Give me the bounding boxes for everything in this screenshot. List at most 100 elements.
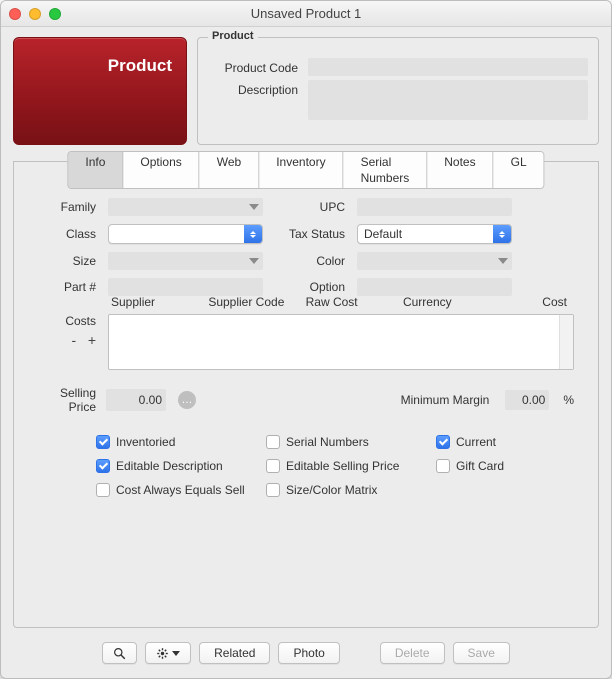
class-dropdown[interactable] <box>108 224 263 244</box>
selling-price-field[interactable]: 0.00 <box>106 389 166 411</box>
family-label: Family <box>38 200 96 214</box>
min-margin-field[interactable]: 0.00 <box>505 390 549 410</box>
selling-price-label: Selling Price <box>38 386 96 415</box>
costs-col-supplier: Supplier <box>109 295 206 309</box>
selling-price-value: 0.00 <box>139 393 162 407</box>
checkbox-label: Gift Card <box>456 459 504 473</box>
min-margin-label: Minimum Margin <box>401 393 490 407</box>
delete-button[interactable]: Delete <box>380 642 445 664</box>
selling-row: Selling Price 0.00 … Minimum Margin 0.00… <box>38 386 574 415</box>
tab-gl[interactable]: GL <box>494 152 544 188</box>
checkbox-size-color-matrix[interactable]: Size/Color Matrix <box>266 483 436 497</box>
checkbox-box <box>266 459 280 473</box>
checkbox-cost-always-equals-sell[interactable]: Cost Always Equals Sell <box>96 483 266 497</box>
tax-status-value: Default <box>364 227 402 241</box>
product-tile: Product <box>13 37 187 145</box>
tax-status-label: Tax Status <box>275 227 345 241</box>
add-cost-button[interactable]: + <box>88 332 96 348</box>
checkbox-label: Editable Description <box>116 459 223 473</box>
top-row: Product Product Product Code Description <box>13 37 599 145</box>
costs-section: Costs - + SupplierSupplier CodeRaw CostC… <box>38 314 574 370</box>
costs-col-supplier-code: Supplier Code <box>206 295 303 309</box>
checkbox-label: Inventoried <box>116 435 175 449</box>
tab-inventory[interactable]: Inventory <box>259 152 343 188</box>
checkbox-inventoried[interactable]: Inventoried <box>96 435 266 449</box>
checkbox-box <box>96 483 110 497</box>
titlebar: Unsaved Product 1 <box>1 1 611 27</box>
checkbox-box <box>96 459 110 473</box>
tab-content: InfoOptionsWebInventorySerial NumbersNot… <box>13 161 599 628</box>
search-button[interactable] <box>102 642 137 664</box>
chevron-down-icon <box>249 204 259 210</box>
checkbox-box <box>436 435 450 449</box>
color-field[interactable] <box>357 252 512 270</box>
chevron-down-icon <box>172 651 180 656</box>
color-label: Color <box>275 254 345 268</box>
percent-label: % <box>563 393 574 407</box>
checkbox-box <box>436 459 450 473</box>
checkbox-current[interactable]: Current <box>436 435 566 449</box>
upc-label: UPC <box>275 200 345 214</box>
photo-button[interactable]: Photo <box>278 642 339 664</box>
checkbox-editable-selling-price[interactable]: Editable Selling Price <box>266 459 436 473</box>
tabbar: InfoOptionsWebInventorySerial NumbersNot… <box>67 151 544 189</box>
checkbox-gift-card[interactable]: Gift Card <box>436 459 566 473</box>
checkbox-editable-description[interactable]: Editable Description <box>96 459 266 473</box>
option-label: Option <box>275 280 345 294</box>
checkbox-box <box>266 435 280 449</box>
description-field[interactable] <box>308 80 588 120</box>
gear-icon <box>156 647 169 660</box>
tab-info[interactable]: Info <box>68 152 123 188</box>
info-form: Family UPC Class Tax Status Default Size… <box>38 198 574 296</box>
tab-web[interactable]: Web <box>200 152 259 188</box>
tab-options[interactable]: Options <box>123 152 199 188</box>
related-button[interactable]: Related <box>199 642 270 664</box>
checkbox-box <box>96 435 110 449</box>
checkbox-label: Cost Always Equals Sell <box>116 483 245 497</box>
checkbox-label: Current <box>456 435 496 449</box>
costs-label: Costs <box>38 314 96 328</box>
costs-col-cost: Cost <box>498 295 573 309</box>
size-label: Size <box>38 254 96 268</box>
part-label: Part # <box>38 280 96 294</box>
family-field[interactable] <box>108 198 263 216</box>
checkbox-box <box>266 483 280 497</box>
content: Product Product Product Code Description… <box>1 27 611 678</box>
search-icon <box>113 647 126 660</box>
description-label: Description <box>208 83 298 97</box>
checkbox-label: Serial Numbers <box>286 435 369 449</box>
product-code-label: Product Code <box>208 61 298 75</box>
stepper-icon <box>244 225 262 243</box>
chevron-down-icon <box>249 258 259 264</box>
class-label: Class <box>38 227 96 241</box>
scrollbar[interactable] <box>559 315 573 369</box>
bottom-bar: Related Photo Delete Save <box>13 642 599 664</box>
window-title: Unsaved Product 1 <box>1 6 611 21</box>
size-field[interactable] <box>108 252 263 270</box>
tax-status-dropdown[interactable]: Default <box>357 224 512 244</box>
part-field[interactable] <box>108 278 263 296</box>
tab-notes[interactable]: Notes <box>427 152 493 188</box>
chevron-down-icon <box>498 258 508 264</box>
remove-cost-button[interactable]: - <box>71 332 76 348</box>
checkbox-label: Editable Selling Price <box>286 459 399 473</box>
upc-field[interactable] <box>357 198 512 216</box>
stepper-icon <box>493 225 511 243</box>
costs-col-currency: Currency <box>401 295 498 309</box>
checkbox-grid: Inventoried Serial Numbers Current Editable… <box>96 435 574 497</box>
product-code-field[interactable] <box>308 58 588 76</box>
product-group: Product Product Code Description <box>197 37 599 145</box>
save-button[interactable]: Save <box>453 642 510 664</box>
min-margin-value: 0.00 <box>522 393 545 407</box>
product-tile-label: Product <box>108 56 172 126</box>
costs-table[interactable]: SupplierSupplier CodeRaw CostCurrencyCos… <box>108 314 574 370</box>
action-menu-button[interactable] <box>145 642 191 664</box>
option-field[interactable] <box>357 278 512 296</box>
costs-col-raw-cost: Raw Cost <box>304 295 401 309</box>
selling-price-more-button[interactable]: … <box>178 391 196 409</box>
product-window: Unsaved Product 1 Product Product Produc… <box>0 0 612 679</box>
checkbox-serial-numbers[interactable]: Serial Numbers <box>266 435 436 449</box>
product-group-title: Product <box>208 30 258 42</box>
checkbox-label: Size/Color Matrix <box>286 483 377 497</box>
tab-serial-numbers[interactable]: Serial Numbers <box>344 152 428 188</box>
